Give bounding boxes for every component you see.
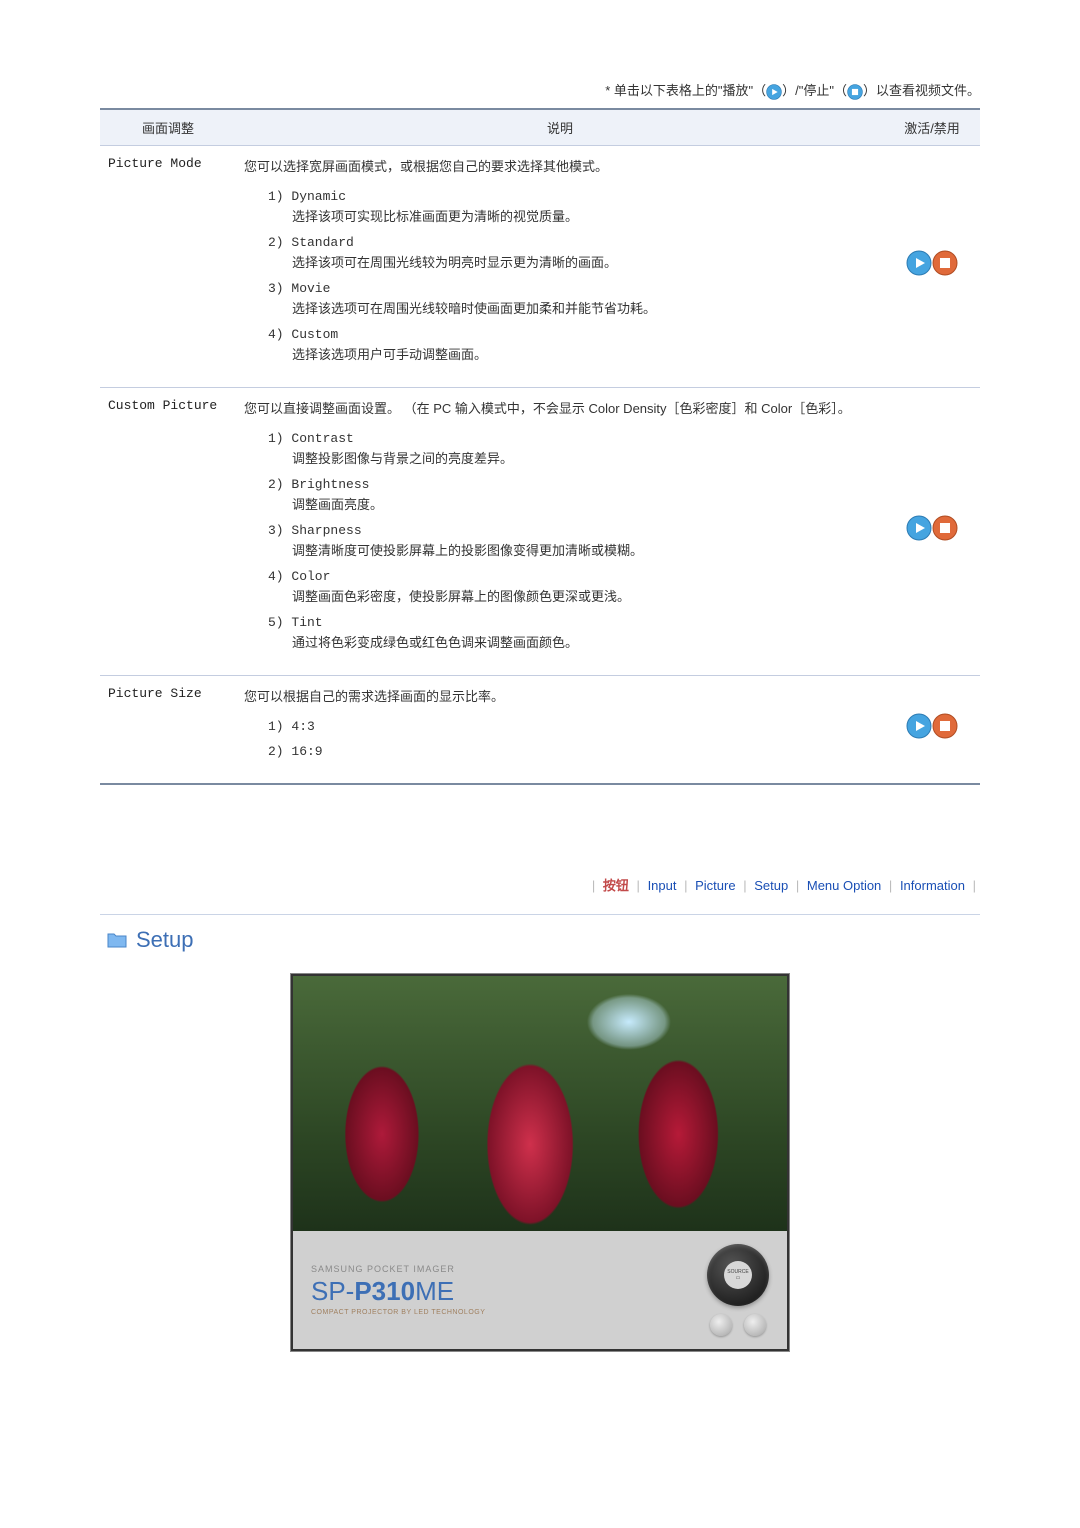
model-text: SP-P310ME [311, 1276, 485, 1307]
opt-title: 1) Contrast [268, 431, 876, 446]
dpad-control[interactable]: SOURCE ▭ [707, 1244, 769, 1306]
play-icon[interactable] [906, 515, 932, 544]
row-action [884, 387, 980, 675]
nav-item-picture[interactable]: Picture [695, 878, 735, 893]
opt-title: 3) Sharpness [268, 523, 876, 538]
stop-icon [847, 84, 863, 100]
row-desc: 您可以直接调整画面设置。 （在 PC 输入模式中，不会显示 Color Dens… [236, 387, 884, 675]
nav-item-menu-option[interactable]: Menu Option [807, 878, 881, 893]
table-row: Custom Picture 您可以直接调整画面设置。 （在 PC 输入模式中，… [100, 387, 980, 675]
opt-title: 4) Color [268, 569, 876, 584]
opt-desc: 调整画面色彩密度，使投影屏幕上的图像颜色更深或更浅。 [292, 586, 876, 605]
nav-item-setup[interactable]: Setup [754, 878, 788, 893]
projector-preview: SAMSUNG POCKET IMAGER SP-P310ME COMPACT … [290, 973, 790, 1352]
opt-title: 1) 4:3 [268, 719, 876, 734]
row-desc: 您可以根据自己的需求选择画面的显示比率。 1) 4:3 2) 16:9 [236, 675, 884, 784]
opt-title: 1) Dynamic [268, 189, 876, 204]
opt-desc: 选择该项可实现比标准画面更为清晰的视觉质量。 [292, 206, 876, 225]
folder-icon [106, 931, 128, 949]
header-col2: 说明 [236, 109, 884, 146]
opt-title: 2) 16:9 [268, 744, 876, 759]
nav-item-information[interactable]: Information [900, 878, 965, 893]
preview-image [293, 976, 787, 1231]
source-button[interactable]: SOURCE ▭ [724, 1261, 752, 1289]
brand-text: SAMSUNG POCKET IMAGER [311, 1264, 485, 1274]
opt-desc: 调整投影图像与背景之间的亮度差异。 [292, 448, 876, 467]
opt-title: 5) Tint [268, 615, 876, 630]
video-note: * 单击以下表格上的"播放"（ ）/"停止"（ ）以查看视频文件。 [100, 80, 980, 100]
settings-table: 画面调整 说明 激活/禁用 Picture Mode 您可以选择宽屏画面模式，或… [100, 108, 980, 785]
table-row: Picture Size 您可以根据自己的需求选择画面的显示比率。 1) 4:3… [100, 675, 980, 784]
opt-title: 3) Movie [268, 281, 876, 296]
row-intro: 您可以选择宽屏画面模式，或根据您自己的要求选择其他模式。 [244, 156, 876, 175]
menu-button[interactable] [744, 1314, 766, 1336]
tagline-text: COMPACT PROJECTOR BY LED TECHNOLOGY [311, 1309, 485, 1316]
header-col3: 激活/禁用 [884, 109, 980, 146]
row-desc: 您可以选择宽屏画面模式，或根据您自己的要求选择其他模式。 1) Dynamic 选… [236, 145, 884, 387]
header-col1: 画面调整 [100, 109, 236, 146]
row-action [884, 145, 980, 387]
opt-desc: 选择该选项可在周围光线较暗时使画面更加柔和并能节省功耗。 [292, 298, 876, 317]
stop-icon[interactable] [932, 515, 958, 544]
opt-title: 4) Custom [268, 327, 876, 342]
opt-desc: 调整清晰度可使投影屏幕上的投影图像变得更加清晰或模糊。 [292, 540, 876, 559]
row-action [884, 675, 980, 784]
opt-desc: 选择该项可在周围光线较为明亮时显示更为清晰的画面。 [292, 252, 876, 271]
nav-item-button[interactable]: 按钮 [603, 878, 629, 893]
stop-icon[interactable] [932, 250, 958, 279]
section-title-text: Setup [136, 927, 194, 953]
note-suffix: ）以查看视频文件。 [863, 83, 980, 98]
row-name: Picture Size [100, 675, 236, 784]
note-prefix: * 单击以下表格上的"播放"（ [605, 83, 766, 98]
play-icon[interactable] [906, 250, 932, 279]
opt-title: 2) Brightness [268, 477, 876, 492]
opt-desc: 调整画面亮度。 [292, 494, 876, 513]
opt-desc: 通过将色彩变成绿色或红色色调来调整画面颜色。 [292, 632, 876, 651]
row-intro: 您可以根据自己的需求选择画面的显示比率。 [244, 686, 876, 705]
section-title: Setup [106, 927, 980, 953]
opt-desc: 选择该选项用户可手动调整画面。 [292, 344, 876, 363]
opt-title: 2) Standard [268, 235, 876, 250]
play-icon[interactable] [906, 713, 932, 742]
device-panel: SAMSUNG POCKET IMAGER SP-P310ME COMPACT … [293, 1231, 787, 1349]
table-row: Picture Mode 您可以选择宽屏画面模式，或根据您自己的要求选择其他模式… [100, 145, 980, 387]
divider [100, 914, 980, 915]
row-intro: 您可以直接调整画面设置。 （在 PC 输入模式中，不会显示 Color Dens… [244, 398, 876, 417]
play-icon [766, 84, 782, 100]
stop-icon[interactable] [932, 713, 958, 742]
nav-links: | 按钮 | Input | Picture | Setup | Menu Op… [100, 875, 980, 894]
power-button[interactable] [710, 1314, 732, 1336]
note-mid: ）/"停止"（ [782, 83, 847, 98]
nav-item-input[interactable]: Input [648, 878, 677, 893]
row-name: Picture Mode [100, 145, 236, 387]
row-name: Custom Picture [100, 387, 236, 675]
